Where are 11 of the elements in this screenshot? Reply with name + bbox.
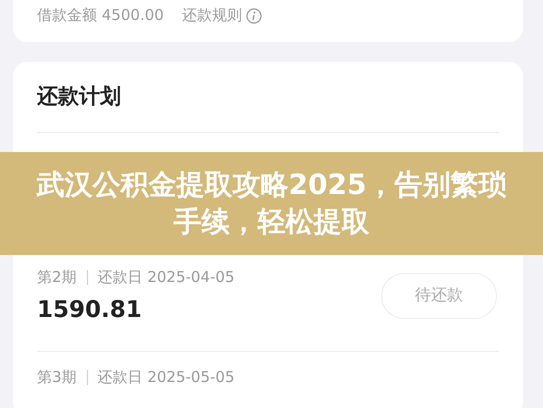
period-label: 第2期 xyxy=(37,268,77,287)
pending-button[interactable]: 待还款 xyxy=(381,272,497,318)
due-date: 还款日 2025-04-05 xyxy=(98,268,234,287)
section-title: 还款计划 xyxy=(37,62,499,133)
due-date: 还款日 2025-05-05 xyxy=(98,368,234,387)
period-label: 第3期 xyxy=(37,368,77,387)
info-icon[interactable] xyxy=(246,8,262,24)
banner-title: 武汉公积金提取攻略2025，告别繁琐手续，轻松提取 xyxy=(36,167,507,240)
repayment-rules-link[interactable]: 还款规则 xyxy=(182,6,242,25)
loan-amount: 借款金额 4500.00 xyxy=(37,6,164,25)
installment-amount: 1590.81 xyxy=(37,297,143,323)
